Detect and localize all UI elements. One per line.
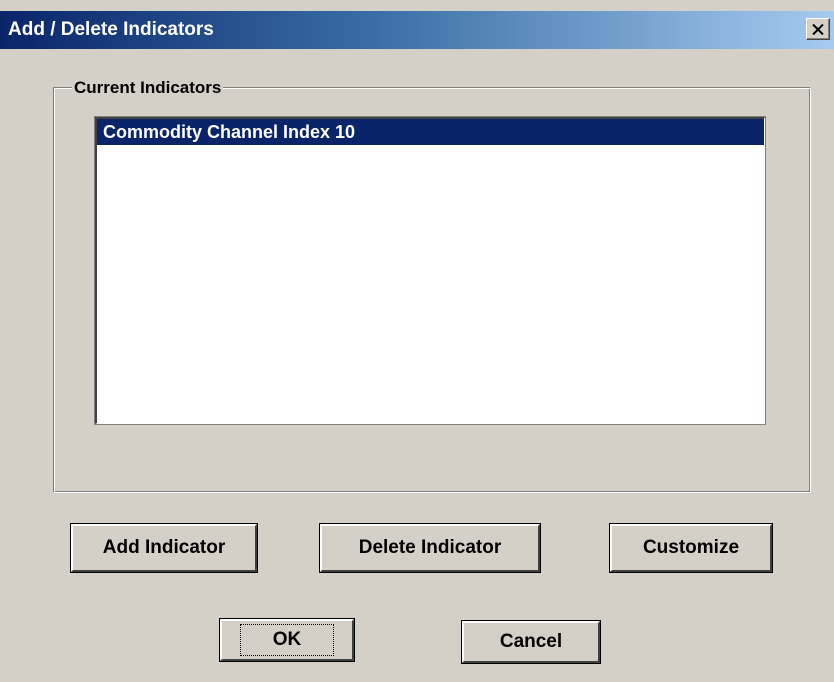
window-title: Add / Delete Indicators bbox=[8, 19, 214, 40]
title-bar[interactable]: Add / Delete Indicators bbox=[0, 11, 834, 49]
ok-label: OK bbox=[239, 624, 335, 656]
customize-button[interactable]: Customize bbox=[610, 524, 772, 572]
close-button[interactable] bbox=[806, 18, 830, 40]
indicators-listbox[interactable]: Commodity Channel Index 10 bbox=[95, 117, 765, 424]
customize-label: Customize bbox=[642, 537, 740, 558]
cancel-button[interactable]: Cancel bbox=[462, 621, 600, 663]
close-icon bbox=[812, 23, 824, 35]
delete-indicator-label: Delete Indicator bbox=[358, 537, 502, 558]
add-indicator-button[interactable]: Add Indicator bbox=[71, 524, 257, 572]
list-item-selected[interactable]: Commodity Channel Index 10 bbox=[97, 119, 764, 145]
cancel-label: Cancel bbox=[499, 631, 563, 652]
dialog-window: Add / Delete Indicators Current Indicato… bbox=[0, 0, 834, 682]
delete-indicator-button[interactable]: Delete Indicator bbox=[320, 524, 540, 572]
ok-button[interactable]: OK bbox=[220, 619, 354, 661]
add-indicator-label: Add Indicator bbox=[102, 537, 226, 558]
current-indicators-label: Current Indicators bbox=[72, 78, 224, 98]
